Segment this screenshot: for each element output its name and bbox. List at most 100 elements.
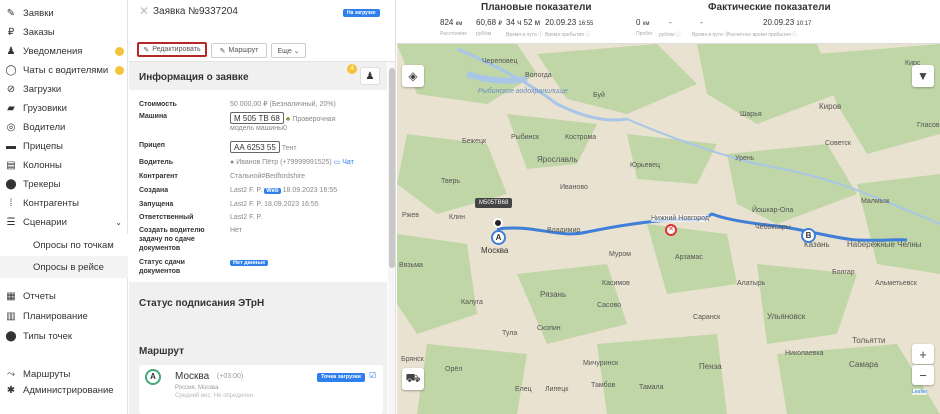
sidebar-item-label: Трекеры	[23, 178, 61, 190]
notification-badge	[115, 46, 124, 56]
map-filter-button[interactable]: ▼	[912, 65, 934, 87]
sidebar-item-orders-requests[interactable]: ✎ Заявки	[0, 3, 128, 23]
map-label: Орёл	[445, 366, 463, 373]
steering-icon: ◎	[6, 121, 16, 133]
sidebar-subitem-point-surveys[interactable]: Опросы по точкам	[0, 234, 128, 256]
info-section-title: Информация о заявке	[139, 72, 249, 83]
map-attribution[interactable]: Leaflet	[912, 389, 928, 395]
sidebar-subitem-trip-surveys[interactable]: Опросы в рейсе	[0, 256, 128, 278]
route-section-header[interactable]: Маршрут	[129, 334, 387, 362]
bell-icon: ♟	[6, 45, 16, 57]
map-label: Киров	[819, 102, 842, 111]
driver-name[interactable]: Иванов Пётр (+79999991525)	[236, 159, 332, 166]
zoom-in-button[interactable]: +	[912, 344, 934, 364]
info-key: Водитель	[139, 159, 174, 166]
map-label: Калуга	[461, 299, 483, 306]
map-vehicles-button[interactable]: ⛟	[402, 368, 424, 390]
truck-model: модель машины0	[230, 125, 287, 132]
sidebar-item-trackers[interactable]: ⬤ Трекеры	[0, 174, 128, 194]
fact-travel-time: -	[700, 18, 703, 27]
edit-button[interactable]: ✎ Редактировать	[137, 42, 207, 57]
panel-scrollbar[interactable]	[388, 62, 395, 414]
order-panel: ✕ Заявка №9337204 На загрузке ✎ Редактиро…	[129, 0, 396, 414]
sidebar-item-trailers[interactable]: ▬ Прицепы	[0, 136, 128, 156]
notification-bell-button[interactable]: ♟	[360, 67, 380, 85]
more-button-label: Еще ⌄	[277, 47, 300, 55]
map-label: Самара	[849, 360, 879, 369]
edit-button-label: Редактировать	[152, 46, 201, 53]
fact-distance-unit: км	[642, 21, 650, 27]
map-label: Буй	[593, 92, 605, 99]
sidebar-item-drivers[interactable]: ◎ Водители	[0, 117, 128, 137]
close-icon[interactable]: ✕	[139, 4, 149, 18]
plan-label-distance: Расстояние	[440, 31, 468, 37]
route-marker-a[interactable]: A	[491, 230, 506, 245]
sidebar-item-reports[interactable]: ▦ Отчеты	[0, 286, 128, 306]
sidebar-item-planning[interactable]: ▥ Планирование	[0, 306, 128, 326]
plan-label-time: Время в пути ⓘ	[506, 32, 544, 38]
order-title: Заявка №9337204	[153, 6, 238, 17]
sidebar-item-routes[interactable]: ⤳ Маршруты	[0, 366, 128, 382]
sidebar-item-scenarios[interactable]: ☰ Сценарии ⌄	[0, 212, 128, 232]
sidebar-item-administration[interactable]: ✱ Администрирование	[0, 382, 128, 398]
map-label: Москва	[481, 246, 509, 255]
created-date: 18.09.2023 16:55	[282, 187, 338, 194]
section-gap	[129, 282, 387, 290]
fact-arrival-date: 20.09.23	[763, 18, 795, 27]
fact-label-time: Время в пути ⓘ	[692, 32, 730, 38]
sidebar-item-contractors[interactable]: ⁞ Контрагенты	[0, 193, 128, 213]
map-layers-button[interactable]: ◈	[402, 65, 424, 87]
info-section-header[interactable]: Информация о заявке ♟ 4	[129, 62, 387, 90]
more-dropdown-button[interactable]: Еще ⌄	[271, 43, 306, 58]
ruble-icon: ₽	[7, 26, 15, 38]
map-label: Клин	[449, 214, 465, 221]
zoom-out-button[interactable]: −	[912, 365, 934, 385]
plan-travel-time: 34 ч 52 м	[506, 18, 541, 27]
order-header: ✕ Заявка №9337204 На загрузке ✎ Редактиро…	[129, 0, 395, 62]
metrics-bar: Плановые показатели 824 км 60,68 ₽ 34 ч …	[397, 0, 940, 44]
filter-icon: ▼	[917, 69, 929, 83]
sidebar-item-driver-chats[interactable]: ◯ Чаты с водителями	[0, 60, 128, 80]
info-key: Стоимость	[139, 101, 177, 108]
map-label: Муром	[609, 251, 631, 258]
info-value: М 505 ТВ 68 ♣ Проверочная модель машины0	[230, 112, 390, 133]
route-marker-b[interactable]: B	[801, 228, 816, 243]
map-label: Бежецк	[462, 138, 487, 145]
chat-link[interactable]: ▭ Чат	[334, 159, 354, 166]
route-button[interactable]: ✎ Маршрут	[211, 43, 267, 58]
fact-label-distance: Пробег	[636, 31, 653, 37]
etrn-section-header[interactable]: Статус подписания ЭТрН	[129, 290, 387, 318]
route-map[interactable]: Череповец Вологда Рыбинское водохранилищ…	[397, 44, 940, 414]
sidebar-item-orders[interactable]: ₽ Заказы	[0, 22, 128, 42]
truck-plate[interactable]: М 505 ТВ 68	[230, 112, 284, 124]
map-label: Шарья	[740, 111, 762, 118]
sidebar-item-label: Планирование	[23, 310, 88, 322]
edit-point-icon[interactable]: ☑	[369, 371, 376, 380]
sidebar-item-trucks[interactable]: ▰ Грузовики	[0, 98, 128, 118]
truck-tooltip[interactable]: M505TB68	[475, 198, 513, 208]
web-badge: Web	[264, 188, 281, 194]
sidebar-item-label: Колонны	[23, 159, 62, 171]
sidebar-item-point-types[interactable]: ⬤ Типы точек	[0, 326, 128, 346]
sidebar-item-convoys[interactable]: ▤ Колонны	[0, 155, 128, 175]
chat-label: Чат	[342, 159, 354, 166]
check-icon: ♣	[285, 116, 291, 123]
map-label: Касимов	[602, 280, 630, 287]
map-label: Гласов	[917, 122, 940, 129]
sidebar-item-loadings[interactable]: ⊘ Загрузки	[0, 79, 128, 99]
sidebar-item-notifications[interactable]: ♟ Уведомления	[0, 41, 128, 61]
info-value: Last2 F. P. 18.09.2023 16:55	[230, 201, 319, 208]
truck-position-marker[interactable]	[493, 218, 503, 228]
map-label: Альметьевск	[875, 280, 917, 287]
map-label: Саранск	[693, 314, 721, 321]
trailer-plate[interactable]: АА 6253 55	[230, 141, 280, 153]
sidebar-item-label: Уведомления	[23, 45, 83, 57]
route-point-card[interactable]: А Москва (+03:00) Точка загрузки ☑ Росси…	[139, 365, 383, 414]
sidebar-item-label: Маршруты	[23, 368, 71, 380]
scrollbar-thumb[interactable]	[389, 68, 395, 268]
sidebar-item-label: Водители	[23, 121, 66, 133]
map-label: Иваново	[560, 184, 588, 191]
map-label: Пенза	[699, 362, 722, 371]
stop-marker-icon[interactable]: ✕	[665, 224, 677, 236]
plan-title: Плановые показатели	[481, 2, 592, 13]
